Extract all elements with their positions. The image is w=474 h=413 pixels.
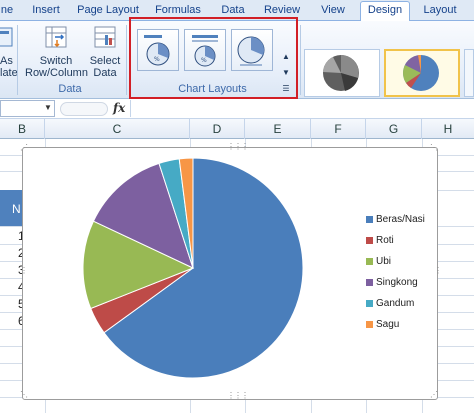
save-as-template-button[interactable]: As late	[0, 25, 18, 81]
legend-swatch	[366, 279, 373, 286]
legend-label: Sagu	[376, 319, 400, 330]
tab-design[interactable]: Design	[360, 1, 410, 22]
save-as-label-2: late	[0, 67, 18, 79]
column-header-b[interactable]: B	[0, 119, 45, 139]
styles-scroll[interactable]	[464, 49, 474, 97]
table-header-text: N	[12, 202, 21, 216]
legend-swatch	[366, 237, 373, 244]
chart-style-1-option[interactable]	[304, 49, 380, 97]
chevron-down-icon[interactable]: ▼	[44, 103, 52, 112]
resize-handle-corner[interactable]: ⋰	[20, 143, 28, 152]
tab-home[interactable]: ne	[0, 2, 14, 21]
select-label-2: Data	[93, 67, 117, 79]
resize-handle-right[interactable]: ⋮	[434, 266, 442, 275]
formula-input[interactable]	[130, 100, 474, 117]
column-header-h[interactable]: H	[422, 119, 474, 139]
resize-handle-corner[interactable]: ⋱	[430, 143, 438, 152]
tab-layout[interactable]: Layout	[418, 2, 462, 21]
legend-swatch	[366, 321, 373, 328]
select-label-1: Select	[89, 55, 121, 67]
chart-layouts-highlight	[129, 17, 298, 99]
switch-row-column-icon	[45, 26, 67, 48]
legend-swatch	[366, 216, 373, 223]
column-header-e[interactable]: E	[245, 119, 311, 139]
chart-style-2-icon	[403, 55, 439, 91]
resize-handle-left[interactable]: ⋮	[20, 266, 28, 275]
column-headers: B C D E F G H	[0, 119, 474, 139]
select-data-button[interactable]: Select Data	[88, 25, 122, 81]
chart-style-2-option[interactable]	[384, 49, 460, 97]
switch-label-2: Row/Column	[25, 67, 88, 79]
switch-label-1: Switch	[39, 55, 73, 67]
select-data-icon	[94, 26, 116, 48]
switch-row-column-button[interactable]: Switch Row/Column	[25, 25, 88, 81]
save-as-label-1: As	[0, 55, 13, 67]
legend-swatch	[366, 300, 373, 307]
column-header-d[interactable]: D	[190, 119, 245, 139]
insert-function-icon[interactable]: fx	[113, 101, 125, 115]
ribbon-separator	[126, 25, 127, 95]
tab-insert[interactable]: Insert	[26, 2, 66, 21]
formula-bar: ▼ fx	[0, 99, 474, 119]
ribbon-separator	[17, 25, 18, 95]
table-header-cell[interactable]: N	[0, 190, 24, 226]
chart-style-1-icon	[323, 55, 359, 91]
resize-handle-corner[interactable]: ⋱	[20, 390, 28, 399]
legend-label: Ubi	[376, 256, 392, 267]
data-group-label: Data	[58, 83, 82, 95]
column-header-f[interactable]: F	[311, 119, 366, 139]
save-template-icon	[0, 27, 13, 47]
legend-label: Gandum	[376, 298, 415, 309]
resize-handle-corner[interactable]: ⋰	[430, 390, 438, 399]
legend-swatch	[366, 258, 373, 265]
ribbon-separator	[300, 25, 301, 95]
legend-label: Beras/Nasi	[376, 214, 425, 225]
tab-view[interactable]: View	[317, 2, 349, 21]
column-header-c[interactable]: C	[45, 119, 190, 139]
pie-chart-object[interactable]: ⋮⋮⋮ ⋮⋮⋮ ⋮ ⋮ ⋰ ⋱ ⋱ ⋰ Beras/Nasi Roti Ubi Sin…	[20, 142, 442, 400]
resize-handle-top[interactable]: ⋮⋮⋮	[227, 142, 249, 151]
column-header-g[interactable]: G	[366, 119, 422, 139]
legend-label: Singkong	[376, 277, 418, 288]
legend-label: Roti	[376, 235, 394, 246]
formula-bar-expander[interactable]	[60, 102, 108, 116]
pie-plot-area[interactable]	[63, 153, 363, 393]
